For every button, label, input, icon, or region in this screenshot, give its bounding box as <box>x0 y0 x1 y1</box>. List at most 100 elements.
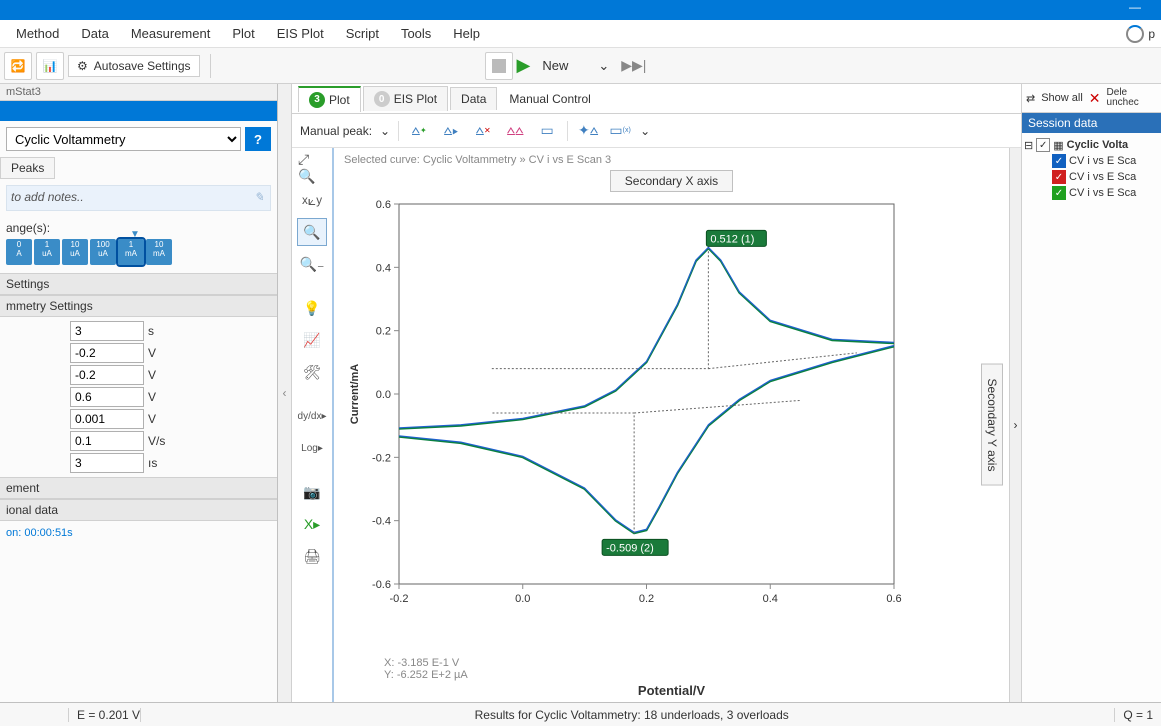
tab-eis-plot[interactable]: 0EIS Plot <box>363 86 448 111</box>
zoom-tool-icon[interactable]: 🔍 <box>297 218 327 246</box>
notes-placeholder: to add notes.. <box>11 190 84 204</box>
svg-text:-0.2: -0.2 <box>372 452 391 464</box>
notes-input[interactable]: to add notes.. ✎ <box>6 185 271 211</box>
param-input[interactable] <box>70 365 144 385</box>
manual-peak-label: Manual peak: <box>300 124 372 138</box>
peak-tool-box-icon[interactable]: ▭ <box>535 120 559 142</box>
log-icon[interactable]: Log▸ <box>297 434 327 462</box>
param-input[interactable] <box>70 321 144 341</box>
delete-x-icon[interactable]: ✕ <box>1089 90 1101 107</box>
toolbar-icon-2[interactable]: 📊 <box>36 52 64 80</box>
tab-data[interactable]: Data <box>450 87 497 110</box>
param-input[interactable] <box>70 387 144 407</box>
param-input[interactable] <box>70 409 144 429</box>
range-chip[interactable]: 100uA <box>90 239 116 265</box>
session-data-header: Session data <box>1022 113 1161 133</box>
svg-text:0.6: 0.6 <box>886 593 901 605</box>
collapse-icon[interactable]: ⊟ <box>1024 139 1033 152</box>
cv-plot[interactable]: -0.20.00.20.40.6-0.6-0.4-0.20.00.20.40.6… <box>344 194 924 614</box>
toolbar-icon-1[interactable]: 🔁 <box>4 52 32 80</box>
menu-script[interactable]: Script <box>336 22 389 45</box>
tree-root[interactable]: ⊟ ✓ ▦ Cyclic Volta <box>1024 137 1159 153</box>
tab-manual-control[interactable]: Manual Control <box>499 88 600 110</box>
brand-letter: p <box>1148 27 1155 41</box>
help-button[interactable]: ? <box>245 127 271 151</box>
param-unit: V <box>148 390 178 404</box>
menu-plot[interactable]: Plot <box>222 22 264 45</box>
param-input[interactable] <box>70 453 144 473</box>
tab-badge: 0 <box>374 91 390 107</box>
axis-xy-icon[interactable]: x⟀y <box>297 186 327 214</box>
param-unit: V <box>148 368 178 382</box>
settings-header[interactable]: Settings <box>0 273 277 295</box>
zoom-fit-icon[interactable]: ⤢🔍 <box>297 154 327 182</box>
chevron-down-icon: ⌄ <box>598 58 609 74</box>
svg-text:0.0: 0.0 <box>515 593 530 605</box>
voltammetry-settings-header[interactable]: mmetry Settings <box>0 295 277 317</box>
tab-label: Data <box>461 92 486 106</box>
param-input[interactable] <box>70 343 144 363</box>
menu-measurement[interactable]: Measurement <box>121 22 220 45</box>
menu-method[interactable]: Method <box>6 22 69 45</box>
camera-icon[interactable]: 📷 <box>297 478 327 506</box>
range-chip[interactable]: 10uA <box>62 239 88 265</box>
app-logo-icon <box>1126 25 1144 43</box>
tab-plot[interactable]: 3Plot <box>298 86 361 112</box>
secondary-y-button[interactable]: Secondary Y axis <box>981 363 1003 486</box>
checkbox[interactable]: ✓ <box>1052 154 1066 168</box>
method-select[interactable]: Cyclic Voltammetry <box>6 127 241 151</box>
tab-label: Manual Control <box>509 92 590 106</box>
light-icon[interactable]: 💡 <box>297 294 327 322</box>
secondary-x-button[interactable]: Secondary X axis <box>610 170 733 192</box>
tree-item[interactable]: ✓CV i vs E Sca <box>1052 169 1159 185</box>
peak-tool-next-icon[interactable]: ⩟▸ <box>439 120 463 142</box>
checkbox[interactable]: ✓ <box>1036 138 1050 152</box>
menu-help[interactable]: Help <box>443 22 490 45</box>
range-chip[interactable]: 0A <box>6 239 32 265</box>
svg-text:-0.509 (2): -0.509 (2) <box>606 542 654 554</box>
range-chip[interactable]: 1mA <box>118 239 144 265</box>
checkbox[interactable]: ✓ <box>1052 170 1066 184</box>
range-chip[interactable]: 1uA <box>34 239 60 265</box>
print-icon[interactable]: 🖨 <box>297 542 327 570</box>
tree-item[interactable]: ✓CV i vs E Sca <box>1052 185 1159 201</box>
tree-item-label: CV i vs E Sca <box>1069 155 1136 167</box>
peak-tool-boxx-icon[interactable]: ▭(x) <box>608 120 632 142</box>
tree-item-label: CV i vs E Sca <box>1069 171 1136 183</box>
chevron-down-icon[interactable]: ⌄ <box>640 124 650 138</box>
show-all-button[interactable]: Show all <box>1041 92 1083 104</box>
param-unit: s <box>148 324 178 338</box>
peak-tool-add-icon[interactable]: ⩟✦ <box>407 120 431 142</box>
panel-splitter[interactable] <box>278 84 292 702</box>
chevron-down-icon[interactable]: ⌄ <box>380 124 390 138</box>
instrument-tab[interactable]: mStat3 <box>0 84 277 101</box>
menu-tools[interactable]: Tools <box>391 22 441 45</box>
derivative-icon[interactable]: dy/dx▸ <box>297 402 327 430</box>
ement-header[interactable]: ement <box>0 477 277 499</box>
skip-button[interactable]: ▶▶| <box>621 57 646 74</box>
peak-tool-star-icon[interactable]: ✦⩟ <box>576 120 600 142</box>
chart-type-icon[interactable]: 📈 <box>297 326 327 354</box>
range-chip[interactable]: 10mA <box>146 239 172 265</box>
menu-data[interactable]: Data <box>71 22 118 45</box>
zoom-out-icon[interactable]: 🔍₋ <box>297 250 327 278</box>
toggle-icon[interactable]: ⇄ <box>1026 92 1035 105</box>
tab-label: Plot <box>329 93 350 107</box>
menu-eis-plot[interactable]: EIS Plot <box>267 22 334 45</box>
stop-button[interactable] <box>485 52 513 80</box>
status-q: Q = 1 <box>1114 708 1153 722</box>
peak-tool-overlap-icon[interactable]: ⩟⩟ <box>503 120 527 142</box>
peak-tool-delete-icon[interactable]: ⩟✕ <box>471 120 495 142</box>
new-dropdown[interactable]: New ⌄ <box>534 55 617 77</box>
peaks-tab[interactable]: Peaks <box>0 157 55 179</box>
param-input[interactable] <box>70 431 144 451</box>
wrench-icon[interactable]: 🛠 <box>297 358 327 386</box>
run-button[interactable]: ▶ <box>517 55 531 76</box>
ional-data-header[interactable]: ional data <box>0 499 277 521</box>
minimize-button[interactable]: — <box>1115 0 1155 20</box>
autosave-settings-button[interactable]: ⚙ Autosave Settings <box>68 55 200 77</box>
excel-export-icon[interactable]: X▸ <box>297 510 327 538</box>
checkbox[interactable]: ✓ <box>1052 186 1066 200</box>
right-splitter[interactable]: › <box>1009 148 1021 702</box>
tree-item[interactable]: ✓CV i vs E Sca <box>1052 153 1159 169</box>
